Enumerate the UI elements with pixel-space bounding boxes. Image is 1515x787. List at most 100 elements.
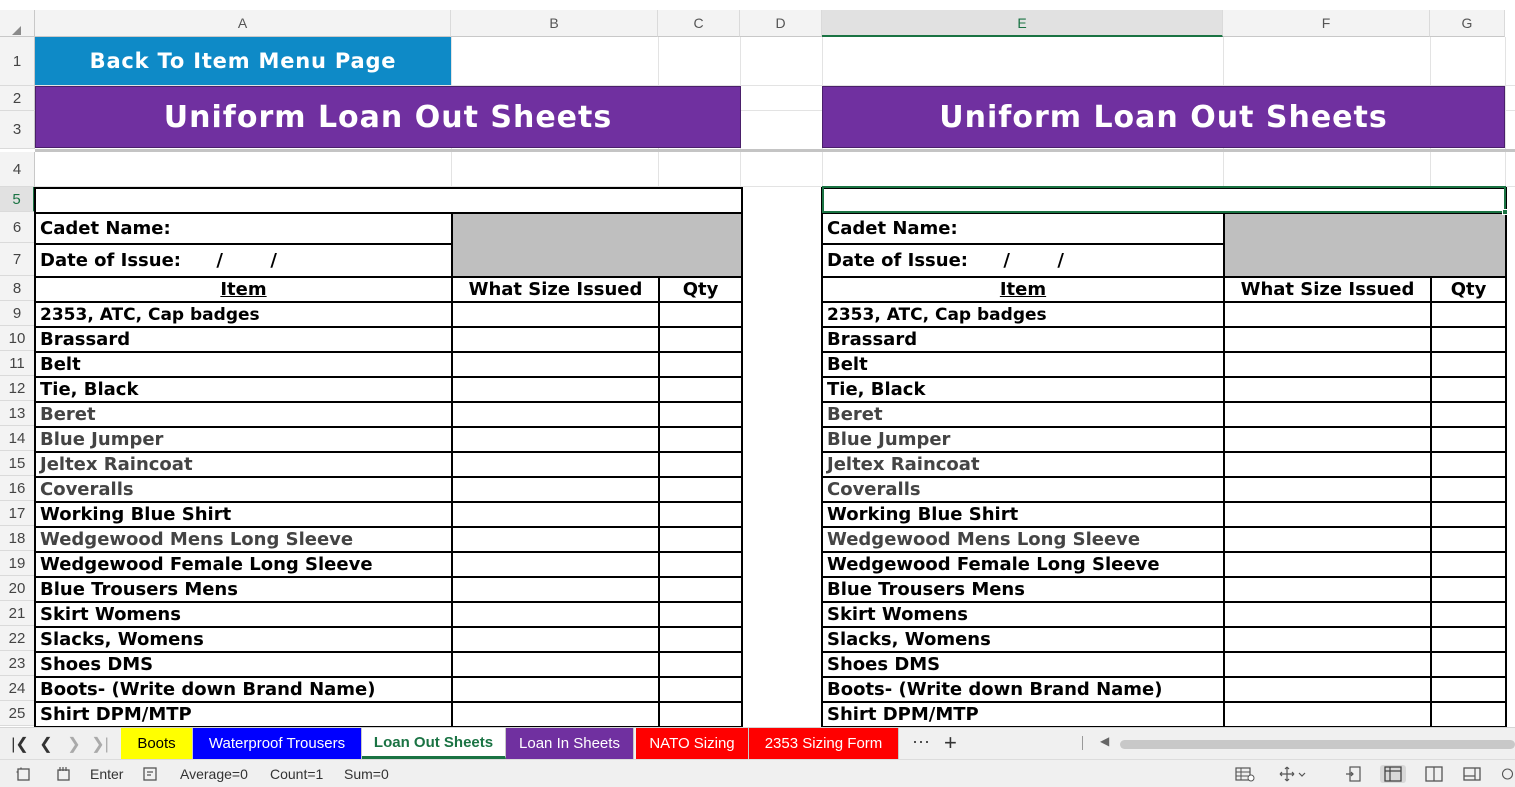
size-issued-cell[interactable] <box>451 626 660 653</box>
macro-icon[interactable] <box>54 765 74 783</box>
row-header-3[interactable]: 3 <box>0 111 35 149</box>
column-header-f[interactable]: F <box>1223 10 1430 37</box>
size-issued-cell[interactable] <box>1223 651 1432 678</box>
size-issued-cell[interactable] <box>1223 701 1432 727</box>
size-issued-cell[interactable] <box>451 451 660 478</box>
item-name-cell[interactable]: Slacks, Womens <box>34 626 453 653</box>
item-name-cell[interactable]: 2353, ATC, Cap badges <box>34 301 453 328</box>
size-issued-cell[interactable] <box>1223 426 1432 453</box>
qty-cell[interactable] <box>657 676 744 703</box>
accessibility-icon[interactable] <box>140 765 160 783</box>
item-name-cell[interactable]: Belt <box>821 351 1225 378</box>
sheet-tab-nato-sizing[interactable]: NATO Sizing <box>636 728 749 759</box>
item-name-cell[interactable]: Tie, Black <box>34 376 453 403</box>
size-issued-cell[interactable] <box>451 651 660 678</box>
item-name-cell[interactable]: Shoes DMS <box>821 651 1225 678</box>
back-to-item-menu-button[interactable]: Back To Item Menu Page <box>35 37 451 85</box>
row-header-8[interactable]: 8 <box>0 276 35 301</box>
qty-cell[interactable] <box>1429 401 1508 428</box>
sheet-tab-boots[interactable]: Boots <box>121 728 193 759</box>
last-sheet-icon[interactable]: ❯| <box>88 732 112 756</box>
item-name-cell[interactable]: Jeltex Raincoat <box>34 451 453 478</box>
form-blank-cell[interactable] <box>33 187 744 214</box>
more-sheets-icon[interactable]: ⋯ <box>912 732 931 753</box>
prev-sheet-icon[interactable]: ❮ <box>34 732 58 756</box>
row-header-23[interactable]: 23 <box>0 651 35 676</box>
size-issued-cell[interactable] <box>1223 501 1432 528</box>
row-header-16[interactable]: 16 <box>0 476 35 501</box>
sheet-tab-waterproof-trousers[interactable]: Waterproof Trousers <box>193 728 362 759</box>
size-issued-cell[interactable] <box>451 676 660 703</box>
item-name-cell[interactable]: Brassard <box>821 326 1225 353</box>
item-name-cell[interactable]: Wedgewood Mens Long Sleeve <box>821 526 1225 553</box>
item-name-cell[interactable]: Blue Trousers Mens <box>821 576 1225 603</box>
qty-cell[interactable] <box>657 501 744 528</box>
horizontal-scrollbar[interactable] <box>1120 740 1515 749</box>
item-name-cell[interactable]: Beret <box>821 401 1225 428</box>
qty-cell[interactable] <box>657 626 744 653</box>
item-name-cell[interactable]: Shoes DMS <box>34 651 453 678</box>
size-issued-cell[interactable] <box>1223 326 1432 353</box>
qty-cell[interactable] <box>1429 701 1508 727</box>
item-name-cell[interactable]: Coveralls <box>821 476 1225 503</box>
item-name-cell[interactable]: Wedgewood Female Long Sleeve <box>821 551 1225 578</box>
size-issued-cell[interactable] <box>451 376 660 403</box>
item-name-cell[interactable]: Boots- (Write down Brand Name) <box>34 676 453 703</box>
item-name-cell[interactable]: Wedgewood Mens Long Sleeve <box>34 526 453 553</box>
item-name-cell[interactable]: Shirt DPM/MTP <box>821 701 1225 727</box>
qty-cell[interactable] <box>657 576 744 603</box>
qty-cell[interactable] <box>657 351 744 378</box>
row-header-24[interactable]: 24 <box>0 676 35 701</box>
sheet-tab-loan-out-sheets[interactable]: Loan Out Sheets <box>362 728 506 759</box>
qty-cell[interactable] <box>657 426 744 453</box>
item-name-cell[interactable]: Blue Jumper <box>821 426 1225 453</box>
active-cell-selection[interactable] <box>822 186 1506 213</box>
qty-cell[interactable] <box>1429 376 1508 403</box>
size-issued-cell[interactable] <box>451 551 660 578</box>
size-issued-cell[interactable] <box>451 576 660 603</box>
item-name-cell[interactable]: Tie, Black <box>821 376 1225 403</box>
column-header-b[interactable]: B <box>451 10 658 37</box>
row-header-6[interactable]: 6 <box>0 212 35 243</box>
column-header-d[interactable]: D <box>740 10 822 37</box>
row-header-11[interactable]: 11 <box>0 351 35 376</box>
row-header-21[interactable]: 21 <box>0 601 35 626</box>
row-header-20[interactable]: 20 <box>0 576 35 601</box>
qty-cell[interactable] <box>657 551 744 578</box>
status-count[interactable]: Count=1 <box>270 765 323 783</box>
size-issued-cell[interactable] <box>1223 476 1432 503</box>
row-header-1[interactable]: 1 <box>0 37 35 86</box>
row-header-10[interactable]: 10 <box>0 326 35 351</box>
size-issued-cell[interactable] <box>451 401 660 428</box>
row-header-2[interactable]: 2 <box>0 86 35 111</box>
add-sheet-button[interactable]: + <box>944 730 957 756</box>
qty-cell[interactable] <box>657 326 744 353</box>
cadet-info-field[interactable] <box>1222 212 1508 278</box>
qty-cell[interactable] <box>657 651 744 678</box>
item-name-cell[interactable]: Skirt Womens <box>821 601 1225 628</box>
item-name-cell[interactable]: Shirt DPM/MTP <box>34 701 453 727</box>
item-name-cell[interactable]: Boots- (Write down Brand Name) <box>821 676 1225 703</box>
item-name-cell[interactable]: 2353, ATC, Cap badges <box>821 301 1225 328</box>
qty-cell[interactable] <box>1429 501 1508 528</box>
item-name-cell[interactable]: Blue Trousers Mens <box>34 576 453 603</box>
cell-mode-icon[interactable] <box>14 765 34 783</box>
normal-view-icon[interactable] <box>1380 765 1406 783</box>
row-header-25[interactable]: 25 <box>0 701 35 726</box>
sheet-tab-loan-in-sheets[interactable]: Loan In Sheets <box>506 728 634 759</box>
page-break-icon[interactable] <box>1344 765 1364 783</box>
qty-cell[interactable] <box>657 451 744 478</box>
size-issued-cell[interactable] <box>1223 401 1432 428</box>
column-header-c[interactable]: C <box>658 10 740 37</box>
row-header-12[interactable]: 12 <box>0 376 35 401</box>
qty-cell[interactable] <box>1429 526 1508 553</box>
select-all-corner[interactable] <box>0 10 35 37</box>
row-header-14[interactable]: 14 <box>0 426 35 451</box>
item-name-cell[interactable]: Jeltex Raincoat <box>821 451 1225 478</box>
qty-cell[interactable] <box>1429 651 1508 678</box>
zoom-icon[interactable] <box>1500 765 1515 783</box>
status-average[interactable]: Average=0 <box>180 765 248 783</box>
row-header-7[interactable]: 7 <box>0 243 35 276</box>
item-name-cell[interactable]: Skirt Womens <box>34 601 453 628</box>
row-header-17[interactable]: 17 <box>0 501 35 526</box>
